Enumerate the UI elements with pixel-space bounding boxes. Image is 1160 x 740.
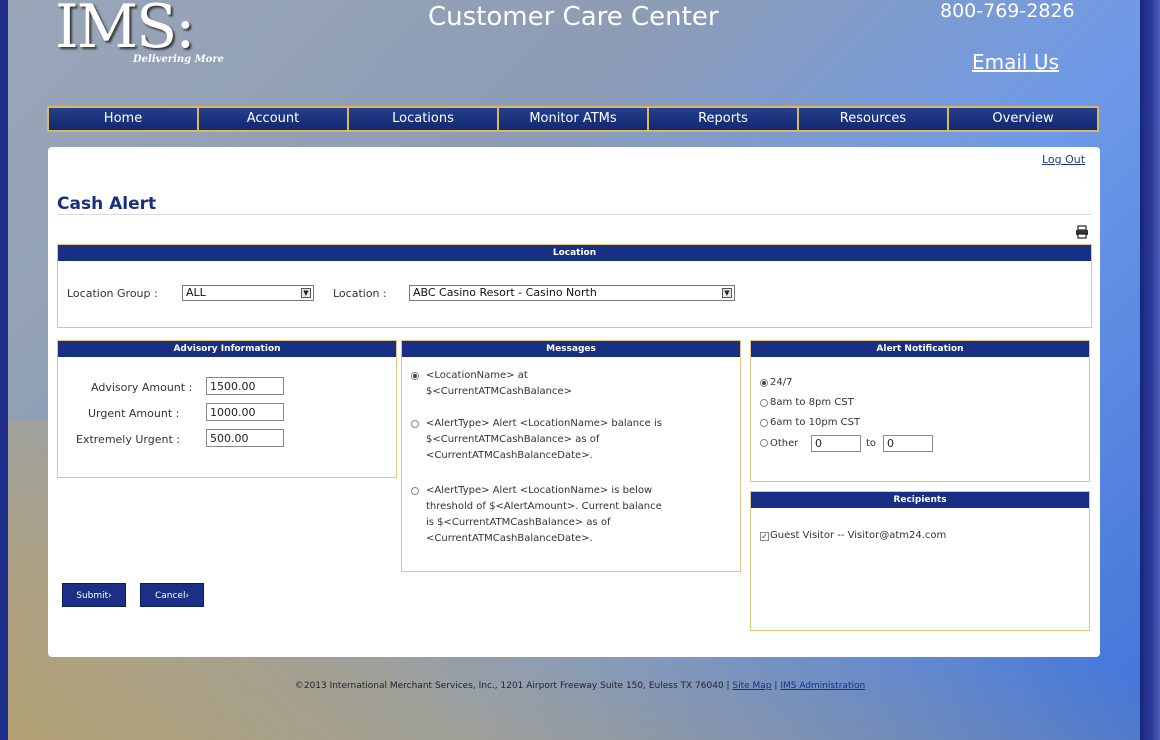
nav-locations[interactable]: Locations: [347, 108, 497, 130]
notify-other-to-input[interactable]: [883, 435, 933, 452]
message-option-2-radio[interactable]: [411, 420, 419, 428]
message-option-3-radio[interactable]: [411, 487, 419, 495]
nav-overview[interactable]: Overview: [947, 108, 1097, 130]
notify-24-7-radio[interactable]: [760, 379, 768, 387]
urgent-amount-input[interactable]: [206, 403, 284, 421]
notify-8am-8pm-label: 8am to 8pm CST: [770, 397, 854, 408]
alert-notification-panel-header: Alert Notification: [751, 341, 1089, 357]
nav-home[interactable]: Home: [49, 108, 197, 130]
page-title: Cash Alert: [57, 194, 157, 214]
message-option-3-text: <AlertType> Alert <LocationName> is belo…: [426, 485, 662, 544]
message-option-2-text: <AlertType> Alert <LocationName> balance…: [426, 418, 662, 461]
chevron-down-icon: ▼: [722, 288, 732, 298]
main-nav: Home Account Locations Monitor ATMs Repo…: [47, 106, 1099, 132]
location-group-select[interactable]: ALL ▼: [182, 285, 314, 301]
messages-panel-header: Messages: [402, 341, 740, 357]
recipients-panel: Recipients: [750, 491, 1090, 631]
message-option-1-text: <LocationName> at $<CurrentATMCashBalanc…: [426, 370, 573, 397]
notify-6am-10pm-radio[interactable]: [760, 419, 768, 427]
cancel-button[interactable]: Cancel›: [140, 583, 204, 607]
notify-other-label: Other: [770, 438, 799, 449]
alert-notification-panel: Alert Notification: [750, 340, 1090, 482]
submit-button[interactable]: Submit›: [62, 583, 126, 607]
email-us-link[interactable]: Email Us: [972, 50, 1059, 74]
location-group-value: ALL: [186, 286, 206, 299]
nav-monitor-atms[interactable]: Monitor ATMs: [497, 108, 647, 130]
urgent-amount-label: Urgent Amount :: [88, 407, 180, 420]
advisory-amount-input[interactable]: [206, 377, 284, 395]
extremely-urgent-input[interactable]: [206, 429, 284, 447]
title-divider: [57, 214, 1092, 215]
footer-separator: |: [771, 681, 781, 691]
site-title: Customer Care Center: [428, 2, 719, 32]
notify-6am-10pm-label: 6am to 10pm CST: [770, 417, 861, 428]
recipient-label: Guest Visitor -- Visitor@atm24.com: [770, 530, 947, 541]
nav-account[interactable]: Account: [197, 108, 347, 130]
recipients-panel-header: Recipients: [751, 492, 1089, 508]
notify-other-from-input[interactable]: [811, 435, 861, 452]
notify-24-7-label: 24/7: [770, 377, 793, 388]
advisory-panel-header: Advisory Information: [58, 341, 396, 357]
logo-tagline: Delivering More: [133, 54, 224, 65]
ims-administration-link[interactable]: IMS Administration: [780, 681, 865, 691]
location-group-label: Location Group :: [67, 287, 158, 300]
extremely-urgent-label: Extremely Urgent :: [76, 433, 180, 446]
location-label: Location :: [333, 287, 387, 300]
footer-copyright: ©2013 International Merchant Services, I…: [294, 681, 733, 691]
notify-other-to-label: to: [866, 438, 877, 449]
footer: ©2013 International Merchant Services, I…: [0, 681, 1160, 691]
print-icon[interactable]: [1075, 225, 1089, 239]
message-option-1-radio[interactable]: [411, 372, 419, 380]
recipient-checkbox[interactable]: ✓: [760, 532, 769, 541]
notify-8am-8pm-radio[interactable]: [760, 399, 768, 407]
location-select[interactable]: ABC Casino Resort - Casino North ▼: [409, 285, 735, 301]
nav-resources[interactable]: Resources: [797, 108, 947, 130]
chevron-down-icon: ▼: [301, 288, 311, 298]
phone-number: 800-769-2826: [940, 0, 1075, 22]
advisory-amount-label: Advisory Amount :: [91, 381, 193, 394]
logo-text: IMS:: [55, 0, 195, 62]
log-out-link[interactable]: Log Out: [1042, 153, 1085, 166]
location-value: ABC Casino Resort - Casino North: [413, 286, 597, 299]
site-map-link[interactable]: Site Map: [732, 681, 771, 691]
notify-other-radio[interactable]: [760, 439, 768, 447]
nav-reports[interactable]: Reports: [647, 108, 797, 130]
ims-logo[interactable]: IMS: Delivering More: [55, 0, 255, 77]
window-frame-left: [0, 0, 8, 740]
location-panel-header: Location: [58, 245, 1091, 261]
window-frame-right: [1140, 0, 1160, 740]
